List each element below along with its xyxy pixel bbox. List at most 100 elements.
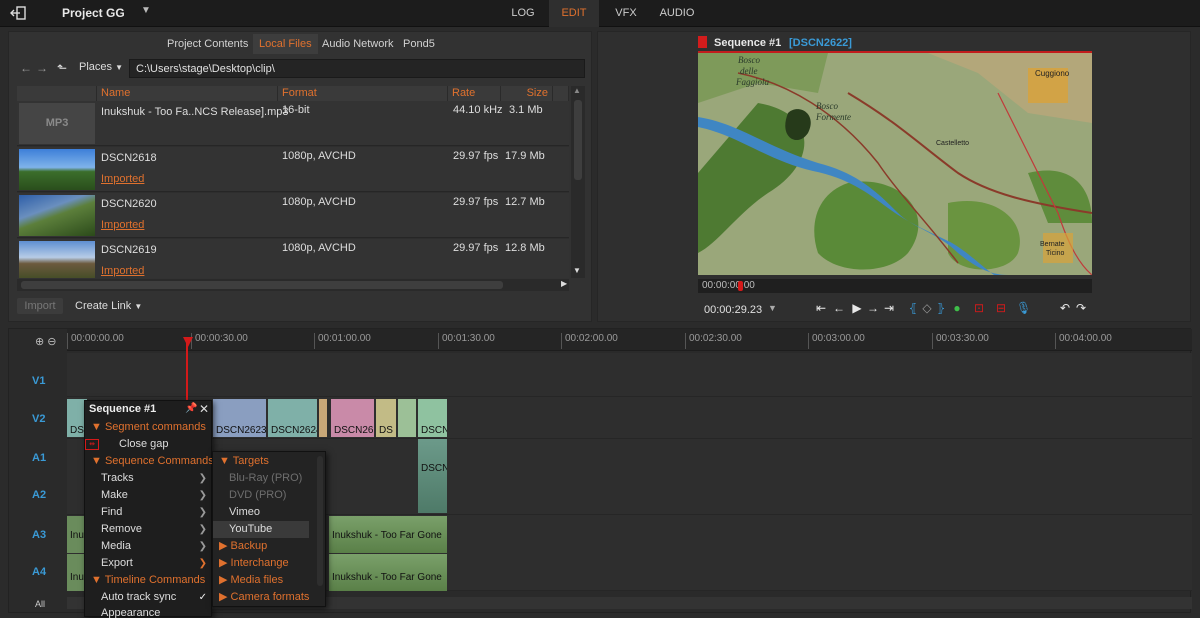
menu-item-export[interactable]: Export ❯ <box>85 555 211 572</box>
undo-icon[interactable]: ↶ <box>1058 300 1072 316</box>
track-v1[interactable] <box>67 353 1192 397</box>
menu-item-media[interactable]: Media ❯ <box>85 538 211 555</box>
exit-icon[interactable] <box>10 6 26 20</box>
tab-vfx[interactable]: VFX <box>601 0 651 27</box>
places-dropdown[interactable]: Places ▼ <box>79 61 123 73</box>
imported-link[interactable]: Imported <box>101 173 144 185</box>
redo-icon[interactable]: ↷ <box>1074 300 1088 316</box>
horizontal-scrollbar[interactable]: ▶ <box>17 279 569 291</box>
timeline-ruler[interactable]: 00:00:00.00 00:00:30.00 00:01:00.00 00:0… <box>67 329 1192 351</box>
parent-folder-icon[interactable]: ⬑ <box>55 59 69 77</box>
timeline-clip[interactable]: DS <box>376 399 396 437</box>
menu-item-make[interactable]: Make ❯ <box>85 487 211 504</box>
timeline-playhead-handle[interactable] <box>183 337 193 347</box>
track-label-a4[interactable]: A4 <box>32 566 46 578</box>
timeline-audio-clip[interactable]: DSCN <box>418 439 447 513</box>
timeline-clip[interactable]: DSCN <box>418 399 447 437</box>
zoom-in-icon[interactable]: ⊕ <box>35 336 44 348</box>
mark-in-icon[interactable]: ⦃ <box>906 300 920 316</box>
track-label-v2[interactable]: V2 <box>32 413 45 425</box>
menu-item-remove[interactable]: Remove ❯ <box>85 521 211 538</box>
timeline-clip[interactable] <box>398 399 416 437</box>
track-label-a3[interactable]: A3 <box>32 529 46 541</box>
back-arrow-icon[interactable]: ← <box>19 59 33 77</box>
menu-section-sequence-commands[interactable]: ▼ Sequence Commands <box>85 453 214 470</box>
timeline-clip[interactable]: DSCN2623 <box>213 399 266 437</box>
chevron-down-icon: ▼ <box>115 63 124 72</box>
imported-link[interactable]: Imported <box>101 265 144 277</box>
submenu-item-youtube[interactable]: YouTube <box>213 521 309 538</box>
scrollbar-thumb[interactable] <box>574 100 582 180</box>
chevron-down-icon[interactable]: ▼ <box>768 303 777 313</box>
voiceover-microphone-icon[interactable]: 🎙 <box>1016 300 1031 316</box>
submenu-section-interchange[interactable]: ▶ Interchange <box>213 555 325 572</box>
menu-item-auto-track-sync[interactable]: Auto track sync ✓ <box>85 589 211 606</box>
mark-out-icon[interactable]: ⦄ <box>934 300 948 316</box>
submenu-section-camera-formats[interactable]: ▶ Camera formats <box>213 589 325 606</box>
scroll-up-icon[interactable]: ▲ <box>573 86 581 95</box>
timeline-audio-clip[interactable]: Inukshuk - Too Far Gone <box>329 516 447 553</box>
table-row[interactable]: MP3 Inukshuk - Too Fa..NCS Release].mp3 … <box>17 101 569 146</box>
column-header-size[interactable]: Size <box>501 86 553 101</box>
forward-arrow-icon[interactable]: → <box>35 59 49 77</box>
close-icon[interactable]: ✕ <box>199 402 209 416</box>
chevron-down-icon[interactable]: ▼ <box>141 5 151 16</box>
tab-pond5[interactable]: Pond5 <box>397 34 441 54</box>
tab-project-contents[interactable]: Project Contents <box>161 34 254 54</box>
scroll-down-icon[interactable]: ▼ <box>573 266 581 275</box>
table-row[interactable]: DSCN2620 Imported 1080p, AVCHD 29.97 fps… <box>17 193 569 238</box>
submenu-section-media-files[interactable]: ▶ Media files <box>213 572 325 589</box>
imported-link[interactable]: Imported <box>101 219 144 231</box>
menu-item-appearance[interactable]: Appearance <box>85 606 211 618</box>
viewer-scrub-bar[interactable]: 00:00:00:00 <box>698 279 1092 293</box>
vertical-scrollbar[interactable]: ▲ ▼ <box>571 86 585 278</box>
timeline-clip[interactable]: DSCN2624 <box>268 399 317 437</box>
track-label-v1[interactable]: V1 <box>32 375 45 387</box>
scrub-playhead[interactable] <box>738 281 743 291</box>
column-header-rate[interactable]: Rate <box>448 86 501 101</box>
menu-section-timeline-commands[interactable]: ▼ Timeline Commands <box>85 572 211 589</box>
project-title[interactable]: Project GG <box>62 6 125 20</box>
import-button[interactable]: Import <box>17 298 63 314</box>
menu-section-segment-commands[interactable]: ▼ Segment commands <box>85 419 211 436</box>
tab-audio-network[interactable]: Audio Network <box>316 34 400 54</box>
scrollbar-thumb[interactable] <box>21 281 503 289</box>
timeline-clip[interactable] <box>319 399 327 437</box>
step-forward-icon[interactable]: → <box>866 300 880 316</box>
track-label-all[interactable]: All <box>35 599 45 609</box>
go-to-start-icon[interactable]: ⇤ <box>814 300 828 316</box>
clear-marks-icon[interactable]: ◇ <box>920 300 934 316</box>
submenu-section-targets[interactable]: ▼ Targets <box>213 453 325 470</box>
scroll-right-icon[interactable]: ▶ <box>561 279 567 288</box>
video-preview[interactable]: Bosco delle Faggiola Bosco Formente Cugg… <box>698 53 1092 275</box>
create-link-button[interactable]: Create Link ▼ <box>75 298 142 315</box>
table-row[interactable]: DSCN2619 Imported 1080p, AVCHD 29.97 fps… <box>17 239 569 278</box>
timeline-clip[interactable]: DSCN26 <box>331 399 374 437</box>
zoom-out-icon[interactable]: ⊖ <box>47 336 56 348</box>
table-row[interactable]: DSCN2618 Imported 1080p, AVCHD 29.97 fps… <box>17 147 569 192</box>
track-label-a2[interactable]: A2 <box>32 489 46 501</box>
column-header-format[interactable]: Format <box>278 86 448 101</box>
overwrite-icon[interactable]: ⊟ <box>994 300 1008 316</box>
play-icon[interactable]: ▶ <box>850 300 864 316</box>
column-header-name[interactable]: Name <box>97 86 278 101</box>
marker-icon[interactable]: ● <box>950 300 964 316</box>
tab-edit[interactable]: EDIT <box>549 0 599 27</box>
go-to-end-icon[interactable]: ⇥ <box>882 300 896 316</box>
pin-icon[interactable]: 📌 <box>185 403 197 414</box>
tab-log[interactable]: LOG <box>498 0 548 27</box>
submenu-section-backup[interactable]: ▶ Backup <box>213 538 325 555</box>
path-input[interactable] <box>129 59 585 78</box>
menu-item-tracks[interactable]: Tracks ❯ <box>85 470 211 487</box>
tab-local-files[interactable]: Local Files <box>253 34 318 54</box>
timeline-audio-clip[interactable]: Inukshuk - Too Far Gone <box>329 554 447 591</box>
submenu-item-vimeo[interactable]: Vimeo <box>213 504 325 521</box>
track-label-a1[interactable]: A1 <box>32 452 46 464</box>
submenu-scrollbar[interactable] <box>317 456 323 586</box>
insert-icon[interactable]: ⊡ <box>972 300 986 316</box>
tab-audio[interactable]: AUDIO <box>652 0 702 27</box>
menu-item-close-gap[interactable]: ⇹ Close gap <box>85 436 211 453</box>
menu-item-find[interactable]: Find ❯ <box>85 504 211 521</box>
step-back-icon[interactable]: ← <box>832 300 846 316</box>
viewer-timecode[interactable]: 00:00:29.23 <box>704 304 762 316</box>
